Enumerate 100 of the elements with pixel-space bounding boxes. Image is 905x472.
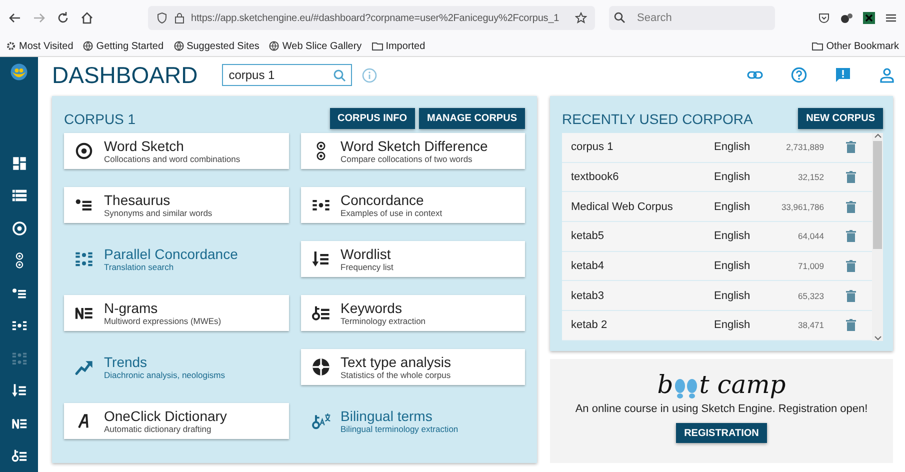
scrollbar[interactable] [872,133,883,341]
tool-description: Frequency list [340,262,394,272]
corpus-language: English [714,290,752,302]
corpus-language: English [714,230,752,242]
bookmark-link[interactable]: Most Visited [19,40,74,52]
tool-description: Translation search [104,262,175,272]
tool-card[interactable]: Concordance Examples of use in context [300,187,525,223]
corpus-size: 38,471 [797,320,824,330]
tool-card[interactable]: Word Sketch Difference Compare collocations of two words [300,133,525,169]
tool-title: N-grams [104,300,159,316]
tool-description: Diachronic analysis, neologisms [104,370,225,380]
home-icon[interactable] [80,11,94,25]
scroll-down-icon[interactable] [874,335,882,341]
bookmark-link[interactable]: Getting Started [96,40,164,52]
lock-icon [174,12,185,24]
tool-description: Statistics of the whole corpus [340,370,451,380]
trash-icon[interactable] [846,290,856,302]
reload-icon[interactable] [56,11,70,25]
corpus-name[interactable]: textbook6 [571,171,714,184]
back-arrow-icon[interactable] [8,11,22,25]
down-arrow-list-icon [310,249,330,269]
target-icon [74,141,94,161]
corpus-search-field[interactable]: corpus 1 [222,64,352,86]
logo-text: t camp [699,370,786,399]
corpus-language: English [714,319,752,332]
recent-title: RECENTLY USED CORPORA [562,110,754,126]
tool-link[interactable]: Trends Diachronic analysis, neologisms [64,349,288,385]
tool-card[interactable]: Text type analysis Statistics of the whole corpus [300,349,525,385]
bookmark-link[interactable]: Suggested Sites [186,40,260,52]
down-arrow-list-icon[interactable] [10,382,28,400]
bookmark-link[interactable]: Imported [386,40,426,52]
browser-search-field[interactable]: Search [609,6,775,30]
bookmark-link[interactable]: Other Bookmark [826,40,899,52]
page-title: DASHBOARD [52,62,198,88]
key-translate-icon [310,411,330,431]
registration-button[interactable]: REGISTRATION [676,423,767,443]
tool-card[interactable]: Word Sketch Collocations and word combinations [64,133,288,169]
corpus-name[interactable]: Medical Web Corpus [571,200,714,213]
corpus-size: 33,961,786 [780,202,824,212]
corpus-language: English [714,171,752,184]
user-icon[interactable] [879,67,895,83]
corpus-language: English [714,260,752,272]
corpus-language: English [714,200,752,213]
tool-link[interactable]: Parallel Concordance Translation search [64,241,288,277]
new-corpus-button[interactable]: NEW CORPUS [798,108,883,129]
corpus-size: 65,323 [797,290,824,301]
logo-text: b [657,370,674,399]
target-icon[interactable] [10,220,28,237]
spreadsheet-extension-icon[interactable] [863,12,875,24]
help-icon[interactable] [791,67,807,83]
tool-title: Thesaurus [104,192,172,208]
folder-icon [812,41,824,51]
scroll-up-icon[interactable] [874,133,882,139]
corpus-name[interactable]: ketab3 [571,290,714,302]
folder-icon [372,41,383,51]
tool-card[interactable]: Thesaurus Synonyms and similar words [64,187,288,223]
corpus-size: 71,009 [797,261,824,272]
extension-icon[interactable] [840,12,853,24]
globe-icon [83,41,94,51]
tool-card[interactable]: Keywords Terminology extraction [300,295,525,331]
globe-icon [269,41,280,51]
menu-icon[interactable] [885,12,897,24]
corpus-name[interactable]: ketab4 [571,260,714,272]
corpus-name[interactable]: corpus 1 [571,141,714,154]
tool-title: Trends [104,354,148,370]
pocket-icon[interactable] [818,12,830,24]
corpus-size: 32,152 [797,172,824,182]
feedback-icon[interactable] [835,67,851,83]
key-list-icon[interactable] [10,447,28,464]
tool-card[interactable]: Wordlist Frequency list [300,241,525,277]
shield-icon [156,12,168,24]
corpus-size: 64,044 [797,231,824,242]
globe-icon [174,41,184,51]
tool-card[interactable]: OneClick Dictionary Automatic dictionary drafting [64,403,288,439]
tool-title: Text type analysis [340,354,451,370]
trash-icon[interactable] [846,141,856,154]
tool-link[interactable]: Bilingual terms Bilingual terminology extraction [300,403,525,439]
search-icon[interactable] [332,69,346,82]
tool-card[interactable]: N-grams Multiword expressions (MWEs) [64,295,288,331]
corpus-name[interactable]: ketab5 [571,230,714,242]
corpus-button[interactable]: MANAGE CORPUS [418,108,525,129]
corpus-name[interactable]: ketab 2 [571,319,714,332]
corpus-title: CORPUS 1 [64,110,137,126]
trash-icon[interactable] [846,319,856,332]
tool-title: Concordance [340,192,425,208]
tool-description: Synonyms and similar words [104,208,212,218]
tool-description: Multiword expressions (MWEs) [104,316,222,326]
trash-icon[interactable] [846,171,856,184]
trash-icon[interactable] [846,200,856,213]
tool-title: Parallel Concordance [104,246,238,262]
tool-title: Word Sketch [104,138,185,154]
trash-icon[interactable] [846,230,856,242]
dashboard-icon[interactable] [10,154,28,172]
trash-icon[interactable] [846,260,856,272]
corpus-button[interactable]: CORPUS INFO [330,108,415,129]
tool-description: Bilingual terminology extraction [340,424,458,434]
star-icon[interactable] [575,12,587,24]
gear-icon [6,41,16,51]
tool-title: Keywords [340,300,403,316]
bookmark-link[interactable]: Web Slice Gallery [282,40,362,52]
